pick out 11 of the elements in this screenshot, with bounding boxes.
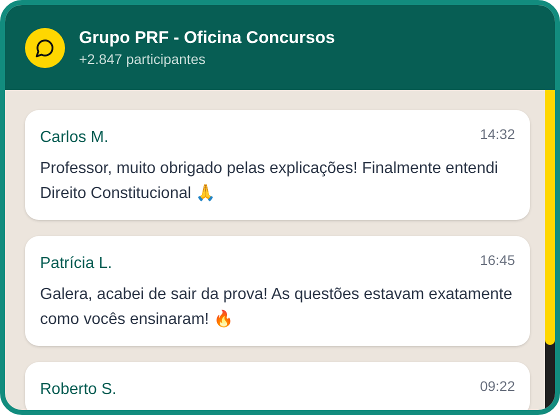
message-text: Galera, acabei de sair da prova! As questões estavam exatamente como vocês ensinaram! 🔥 [40,285,514,330]
participant-count: +2.847 participantes [79,50,206,68]
message-time: 14:32 [480,125,515,144]
author-name: Roberto S. [40,380,116,400]
message-time: 09:22 [480,377,515,396]
author-name: Patrícia L. [40,254,112,274]
group-title: Grupo PRF - Oficina Concursos [79,26,335,48]
message-time: 16:45 [480,251,515,270]
chat-bubble-icon [25,28,65,68]
message-text: Professor, muito obrigado pelas explicações! Finalmente entendi Direito Constitucional 🙏 [40,159,500,204]
author-name: Carlos M. [40,128,108,148]
